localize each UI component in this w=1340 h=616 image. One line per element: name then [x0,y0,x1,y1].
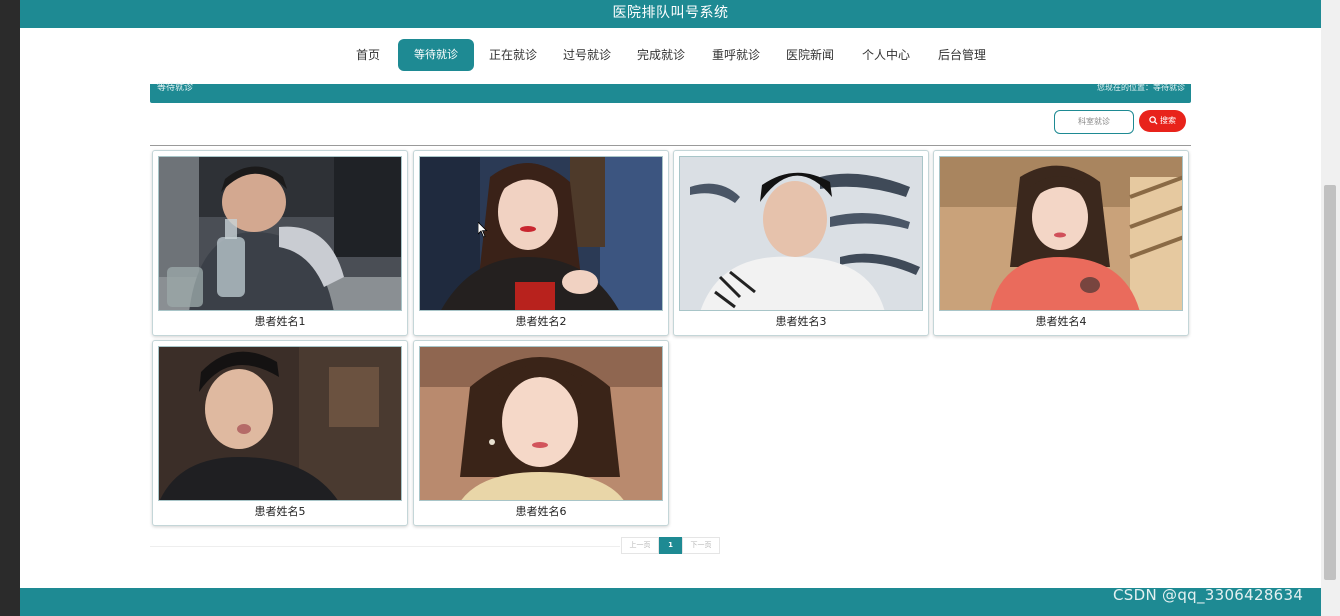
nav-item-admin[interactable]: 后台管理 [932,39,992,71]
patient-photo-1[interactable] [158,156,402,311]
patient-name-3: 患者姓名3 [775,315,827,328]
page-1-button[interactable]: 1 [659,537,682,554]
watermark: CSDN @qq_3306428634 [1113,586,1304,604]
mouse-cursor-icon [477,221,488,242]
next-page-button[interactable]: 下一页 [682,537,720,554]
nav-item-completed[interactable]: 完成就诊 [631,39,691,71]
site-title: 医院排队叫号系统 [612,5,729,21]
patient-photo-6[interactable] [419,346,663,501]
nav-item-home[interactable]: 首页 [346,39,390,71]
divider [150,145,1191,146]
patient-card-2[interactable]: 患者姓名2 [413,150,669,336]
breadcrumb: 等待就诊 您现在的位置：等待就诊 [150,83,1191,103]
patient-photo-4[interactable] [939,156,1183,311]
search-button[interactable]: 搜索 [1139,110,1186,132]
patient-photo-3[interactable] [679,156,923,311]
nav-item-in-progress[interactable]: 正在就诊 [483,39,543,71]
nav-item-news[interactable]: 医院新闻 [780,39,840,71]
pagination-divider [150,546,620,547]
breadcrumb-title: 等待就诊 [157,83,194,93]
nav-item-recall[interactable]: 重呼就诊 [706,39,766,71]
patient-card-6[interactable]: 患者姓名6 [413,340,669,526]
main-nav: 首页 等待就诊 正在就诊 过号就诊 完成就诊 重呼就诊 医院新闻 个人中心 后台… [20,39,1321,73]
patient-photo-2[interactable] [419,156,663,311]
scrollbar-thumb[interactable] [1324,185,1336,580]
patient-name-1: 患者姓名1 [254,315,306,328]
page: 医院排队叫号系统 首页 等待就诊 正在就诊 过号就诊 完成就诊 重呼就诊 医院新… [20,0,1321,616]
search-icon [1149,116,1158,125]
header-bar: 医院排队叫号系统 [20,0,1321,28]
patient-card-4[interactable]: 患者姓名4 [933,150,1189,336]
patient-name-4: 患者姓名4 [1035,315,1087,328]
prev-page-button[interactable]: 上一页 [621,537,659,554]
patient-card-5[interactable]: 患者姓名5 [152,340,408,526]
page-scrollbar[interactable] [1321,0,1340,616]
patient-name-6: 患者姓名6 [515,505,567,518]
breadcrumb-location: 您现在的位置：等待就诊 [1097,83,1185,92]
patient-name-5: 患者姓名5 [254,505,306,518]
patient-name-2: 患者姓名2 [515,315,567,328]
nav-item-waiting[interactable]: 等待就诊 [398,39,474,71]
patient-photo-5[interactable] [158,346,402,501]
patient-card-3[interactable]: 患者姓名3 [673,150,929,336]
patient-card-1[interactable]: 患者姓名1 [152,150,408,336]
search-input[interactable]: 科室就诊 [1054,110,1134,134]
nav-item-missed[interactable]: 过号就诊 [557,39,617,71]
search-button-label: 搜索 [1160,116,1176,125]
nav-item-profile[interactable]: 个人中心 [856,39,916,71]
